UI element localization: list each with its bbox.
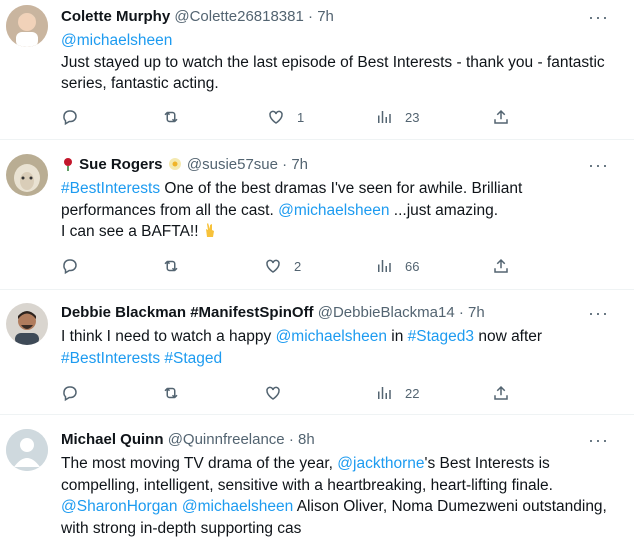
- handle[interactable]: @Quinnfreelance: [168, 431, 285, 448]
- timestamp[interactable]: 7h: [291, 156, 308, 173]
- views-icon: [378, 260, 391, 272]
- tweet-text: @michaelsheen Just stayed up to watch th…: [61, 30, 611, 95]
- tweet-text: I think I need to watch a happy @michael…: [61, 326, 611, 369]
- tweet-text: #BestInterests One of the best dramas I'…: [61, 178, 611, 243]
- separator: ·: [308, 8, 314, 25]
- share-icon: [494, 109, 508, 124]
- retweet-button[interactable]: [162, 383, 180, 403]
- tweet-text-content: Just stayed up to watch the last episode…: [61, 53, 605, 93]
- text-segment: ...just amazing.: [389, 201, 499, 219]
- tweet-debbie-blackman[interactable]: Debbie Blackman #ManifestSpinOff @Debbie…: [0, 290, 634, 415]
- avatar[interactable]: [6, 5, 48, 47]
- hashtag[interactable]: #Staged: [164, 350, 222, 367]
- share-button[interactable]: [492, 256, 510, 276]
- hashtag[interactable]: #BestInterests: [61, 180, 160, 197]
- more-options-icon[interactable]: ···: [588, 431, 608, 453]
- avatar[interactable]: [6, 429, 48, 471]
- more-options-icon[interactable]: ···: [588, 156, 608, 178]
- more-options-icon[interactable]: ···: [588, 304, 608, 326]
- retweet-icon: [164, 260, 178, 272]
- heart-icon: [269, 110, 283, 124]
- tweet-actions: 2 66: [61, 256, 561, 276]
- timestamp[interactable]: 7h: [468, 304, 485, 321]
- heart-icon: [266, 386, 280, 400]
- views-icon: [378, 111, 391, 123]
- reply-to-mention[interactable]: @michaelsheen: [61, 30, 611, 52]
- views-button[interactable]: 23: [375, 107, 419, 127]
- reply-button[interactable]: [61, 383, 79, 403]
- handle[interactable]: @DebbieBlackma14: [318, 304, 455, 321]
- tweet-sue-rogers[interactable]: Sue Rogers @susie57sue · 7h ··· #BestInt…: [0, 140, 634, 290]
- reply-icon: [63, 259, 77, 275]
- fingers-crossed-icon: [203, 222, 217, 238]
- views-button[interactable]: 66: [375, 256, 419, 276]
- default-avatar-icon: [6, 429, 48, 471]
- tweet-text: The most moving TV drama of the year, @j…: [61, 453, 611, 539]
- display-name[interactable]: Michael Quinn: [61, 431, 164, 448]
- share-button[interactable]: [492, 383, 510, 403]
- text-segment: I can see a BAFTA!!: [61, 223, 203, 240]
- reply-icon: [63, 386, 77, 402]
- text-segment: The most moving TV drama of the year,: [61, 455, 338, 472]
- tweet-header: Colette Murphy @Colette26818381 · 7h: [61, 7, 334, 27]
- avatar[interactable]: [6, 303, 48, 345]
- handle[interactable]: @Colette26818381: [174, 8, 304, 25]
- views-icon: [378, 387, 391, 399]
- share-icon: [494, 385, 508, 400]
- tweet-header: Sue Rogers @susie57sue · 7h: [61, 155, 308, 175]
- mention[interactable]: @michaelsheen: [182, 498, 293, 515]
- reply-button[interactable]: [61, 256, 79, 276]
- share-button[interactable]: [492, 107, 510, 127]
- hashtag[interactable]: #BestInterests: [61, 350, 160, 367]
- separator: ·: [282, 156, 288, 173]
- view-count: 66: [405, 258, 420, 274]
- mention[interactable]: @michaelsheen: [278, 202, 389, 219]
- avatar[interactable]: [6, 154, 48, 196]
- more-options-icon[interactable]: ···: [588, 8, 608, 30]
- tweet-michael-quinn[interactable]: Michael Quinn @Quinnfreelance · 8h ··· T…: [0, 415, 634, 550]
- separator: ·: [288, 431, 294, 448]
- tweet-header: Michael Quinn @Quinnfreelance · 8h: [61, 430, 315, 450]
- timestamp[interactable]: 8h: [298, 431, 315, 448]
- sheep-avatar-image: [6, 154, 48, 196]
- text-segment: now after: [474, 328, 543, 345]
- display-name[interactable]: Sue Rogers: [79, 156, 162, 173]
- separator: ·: [458, 304, 464, 321]
- views-button[interactable]: 22: [375, 383, 419, 403]
- display-name[interactable]: Colette Murphy: [61, 8, 170, 25]
- child-avatar-image: [6, 5, 48, 47]
- mention[interactable]: @jackthorne: [337, 455, 424, 472]
- text-segment: I think I need to watch a happy: [61, 328, 276, 345]
- retweet-icon: [164, 387, 178, 399]
- text-segment: in: [386, 328, 408, 345]
- like-count: 1: [297, 109, 305, 125]
- display-name[interactable]: Debbie Blackman #ManifestSpinOff: [61, 304, 314, 321]
- reply-icon: [63, 110, 77, 126]
- timestamp[interactable]: 7h: [317, 8, 334, 25]
- mention[interactable]: @michaelsheen: [276, 328, 387, 345]
- reply-button[interactable]: [61, 107, 79, 127]
- view-count: 23: [405, 109, 420, 125]
- tweet-header: Debbie Blackman #ManifestSpinOff @Debbie…: [61, 303, 485, 323]
- like-button[interactable]: 2: [264, 256, 301, 276]
- retweet-button[interactable]: [162, 256, 180, 276]
- man-avatar-image: [6, 303, 48, 345]
- heart-icon: [266, 259, 280, 273]
- share-icon: [494, 258, 508, 273]
- like-button[interactable]: 1: [267, 107, 304, 127]
- tweet-actions: 1 23: [61, 107, 561, 127]
- flower-icon: [167, 156, 183, 172]
- retweet-button[interactable]: [162, 107, 180, 127]
- rose-icon: [61, 157, 75, 171]
- retweet-icon: [164, 111, 178, 123]
- like-button[interactable]: [264, 383, 282, 403]
- tweet-colette-murphy[interactable]: Colette Murphy @Colette26818381 · 7h ···…: [0, 0, 634, 140]
- view-count: 22: [405, 385, 420, 401]
- handle[interactable]: @susie57sue: [187, 156, 278, 173]
- hashtag[interactable]: #Staged3: [408, 328, 474, 345]
- mention[interactable]: @SharonHorgan: [61, 498, 178, 515]
- like-count: 2: [294, 258, 302, 274]
- tweet-actions: 22: [61, 383, 561, 403]
